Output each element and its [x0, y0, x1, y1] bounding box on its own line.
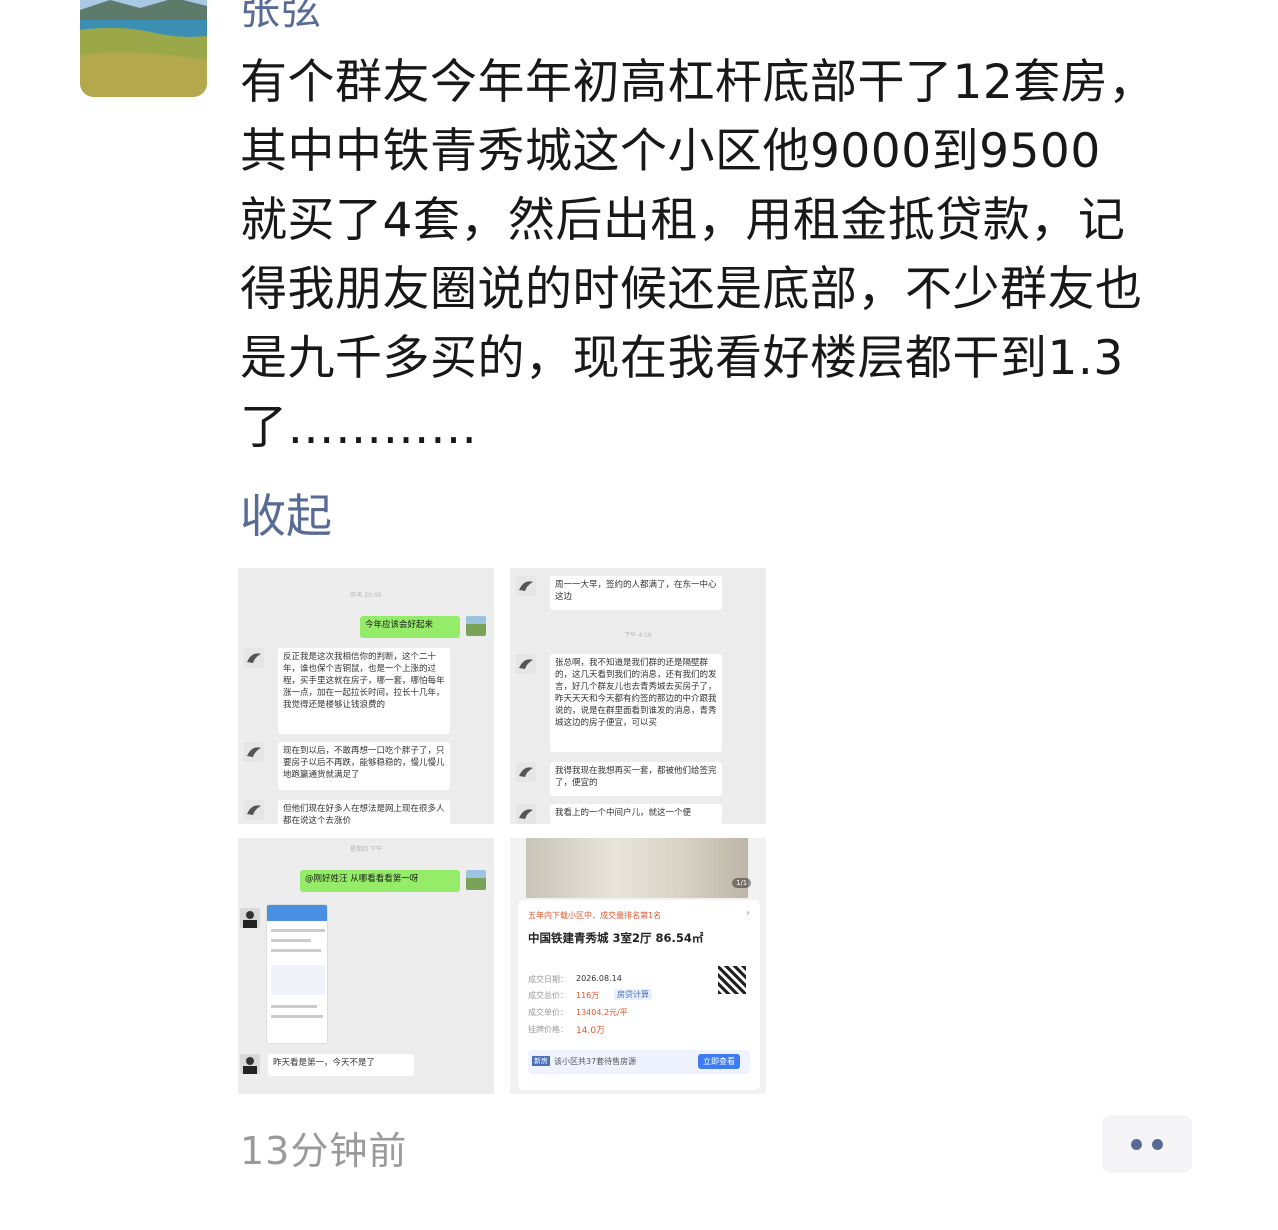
my-avatar: [466, 870, 486, 890]
my-avatar: [466, 616, 486, 636]
contact-avatar: [516, 654, 536, 674]
listing-card: 五年内下载小区中，成交量排名第1名 › 中国铁建青秀城 3室2厅 86.54㎡ …: [518, 900, 760, 1090]
chevron-right-icon: ›: [746, 908, 750, 919]
deal-total: 116万: [576, 991, 600, 1000]
contact-avatar: [244, 742, 264, 762]
contact-avatar: [240, 908, 260, 928]
listing-photo: [526, 838, 748, 898]
chat-bubble-incoming: 我看上的一个中间户儿，就这一个便: [550, 804, 722, 824]
view-now-button[interactable]: 立即查看: [698, 1054, 740, 1069]
post-image-4[interactable]: 1/1 五年内下载小区中，成交量排名第1名 › 中国铁建青秀城 3室2厅 86.…: [510, 838, 766, 1094]
collapse-link[interactable]: 收起: [240, 480, 332, 546]
unit-price: 13404.2元/平: [576, 1008, 628, 1017]
footer-tag: 新房: [532, 1056, 550, 1066]
contact-avatar: [516, 804, 536, 824]
loan-calc-button[interactable]: 房贷计算: [614, 989, 652, 1000]
qr-code: [718, 966, 746, 994]
chat-time: 星期四 下午: [350, 846, 382, 853]
chat-bubble-incoming: 但他们现在好多人在想法是网上现在很多人都在说这个去涨价: [278, 800, 450, 824]
post-image-3[interactable]: 星期四 下午 @刚好姓汪 从哪看看看第一呀 昨天看是第一，今天不是了: [238, 838, 494, 1094]
chat-bubble-incoming: 我得我现在我想再买一套，都被他们给签完了，便宜的: [550, 762, 722, 796]
chat-bubble-outgoing: @刚好姓汪 从哪看看看第一呀: [300, 870, 460, 892]
unit-label: 成交单价：: [528, 1008, 568, 1017]
author-avatar[interactable]: [80, 0, 207, 97]
chat-bubble-incoming: 现在到以后，不敢再想一口吃个胖子了，只要房子以后不再跌，能够稳稳的，慢儿慢儿地跑…: [278, 742, 450, 790]
chat-bubble-incoming: 周一一大早，签约的人都满了，在东一中心这边: [550, 576, 722, 610]
contact-avatar: [516, 762, 536, 782]
contact-avatar: [516, 576, 536, 596]
more-dot-icon: [1152, 1138, 1163, 1150]
more-actions-button[interactable]: [1102, 1115, 1192, 1173]
listing-footer: 新房 该小区共37套待售房源 立即查看: [528, 1050, 750, 1074]
post-image-2[interactable]: 周一一大早，签约的人都满了，在东一中心这边 下午 4:16 张总啊，我不知道是我…: [510, 568, 766, 824]
listing-tag: 五年内下载小区中，成交量排名第1名: [528, 911, 662, 920]
chat-bubble-incoming: 张总啊，我不知道是我们群的还是隔壁群的，这几天看到我们的消息，还有我们的发言，好…: [550, 654, 722, 752]
phone-screenshot: [266, 904, 328, 1044]
more-dot-icon: [1131, 1138, 1142, 1150]
contact-avatar: [244, 800, 264, 820]
footer-text: 该小区共37套待售房源: [554, 1057, 637, 1066]
chat-bubble-outgoing: 今年应该会好起来: [360, 616, 460, 638]
post-image-1[interactable]: 昨天 20:05 今年应该会好起来 反正我是这次我相信你的判断，这个二十年，谁也…: [238, 568, 494, 824]
chat-time: 昨天 20:05: [350, 592, 382, 599]
post-text: 有个群友今年年初高杠杆底部干了12套房， 其中中铁青秀城这个小区他9000到95…: [240, 55, 1156, 455]
contact-avatar: [244, 648, 264, 668]
deal-date: 2026.08.14: [576, 974, 622, 983]
chat-bubble-incoming: 反正我是这次我相信你的判断，这个二十年，谁也保个吉铜鼠，也是一个上涨的过程，买手…: [278, 648, 450, 734]
total-label: 成交总价：: [528, 991, 568, 1000]
author-name[interactable]: 张弦: [240, 0, 322, 36]
date-label: 成交日期：: [528, 975, 568, 984]
list-label: 挂牌价格：: [528, 1025, 568, 1034]
chat-bubble-incoming: 昨天看是第一，今天不是了: [268, 1054, 414, 1076]
chat-time: 下午 4:16: [624, 632, 652, 639]
listing-title: 中国铁建青秀城 3室2厅 86.54㎡: [528, 931, 704, 945]
post-timestamp: 13分钟前: [240, 1129, 408, 1173]
list-price: 14.0万: [576, 1026, 606, 1036]
photo-counter: 1/1: [732, 878, 752, 888]
contact-avatar: [240, 1054, 260, 1074]
